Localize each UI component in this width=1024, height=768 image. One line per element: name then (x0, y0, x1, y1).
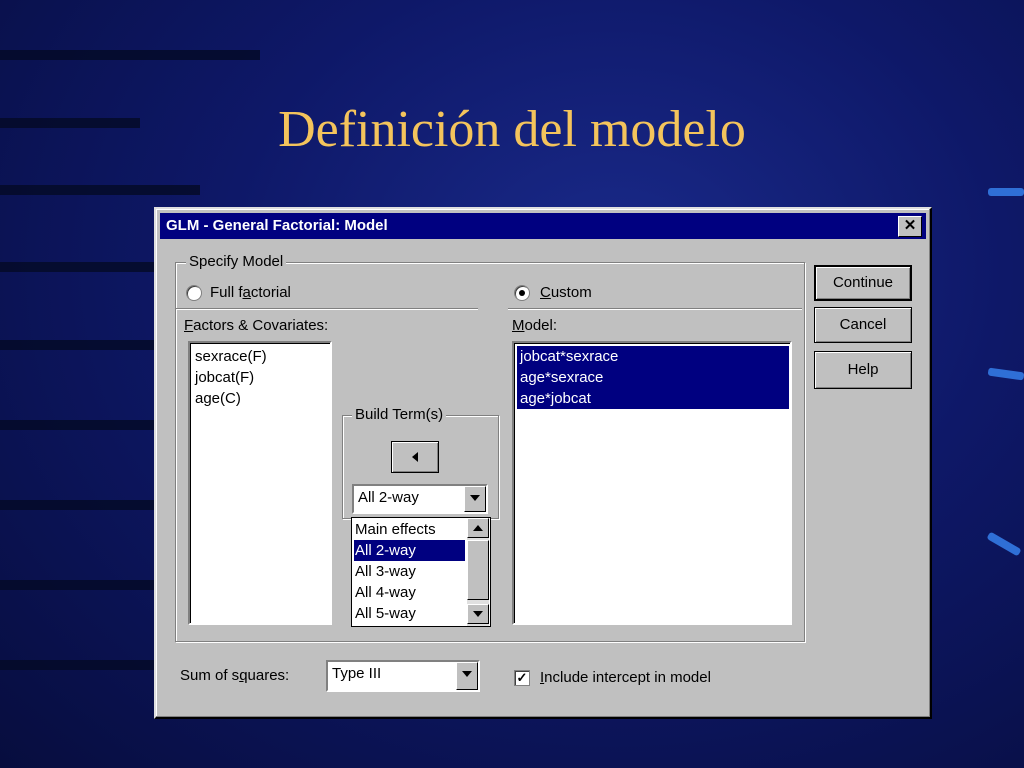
close-icon: ✕ (903, 217, 917, 234)
include-intercept-label[interactable]: Include intercept in model (540, 669, 711, 686)
background-stripe (0, 500, 160, 510)
cancel-button[interactable]: Cancel (814, 307, 912, 343)
background-stripe (0, 262, 160, 272)
build-term-options-list[interactable]: Main effects All 2-way All 3-way All 4-w… (351, 517, 491, 627)
build-term-dropdown-button[interactable] (464, 486, 486, 512)
background-stripe (0, 340, 160, 350)
option-item[interactable]: All 5-way (355, 603, 416, 624)
scroll-up-button[interactable] (467, 518, 489, 538)
sum-of-squares-dropdown-button[interactable] (456, 662, 478, 690)
option-item-selected[interactable]: All 2-way (354, 540, 465, 561)
scroll-down-button[interactable] (467, 604, 489, 624)
option-item[interactable]: Main effects (355, 519, 436, 540)
background-stripe (0, 420, 160, 430)
options-scrollbar[interactable] (467, 518, 489, 626)
full-factorial-label[interactable]: Full factorial (210, 284, 291, 301)
add-term-button[interactable] (391, 441, 439, 473)
sum-of-squares-label: Sum of squares: (180, 667, 290, 684)
background-stripe (0, 50, 260, 60)
full-factorial-radio[interactable] (186, 285, 202, 301)
sum-of-squares-select[interactable]: Type III (326, 660, 480, 692)
arrow-down-icon (473, 611, 483, 617)
glm-model-dialog: GLM - General Factorial: Model ✕ Specify… (154, 207, 932, 719)
model-terms-list[interactable]: jobcat*sexrace age*sexrace age*jobcat (512, 341, 792, 625)
help-button[interactable]: Help (814, 351, 912, 389)
background-stripe (0, 580, 160, 590)
chevron-down-icon (462, 671, 472, 677)
slide-title: Definición del modelo (278, 101, 746, 158)
background-stripe (0, 185, 200, 195)
background-stripe (0, 660, 160, 670)
factors-covariates-list[interactable]: sexrace(F) jobcat(F) age(C) (188, 341, 332, 625)
specify-model-label: Specify Model (186, 253, 287, 270)
list-item-selected[interactable]: age*jobcat (517, 388, 789, 409)
build-term-value: All 2-way (358, 489, 419, 506)
close-button[interactable]: ✕ (898, 216, 922, 237)
dialog-titlebar[interactable]: GLM - General Factorial: Model ✕ (160, 213, 926, 239)
model-label: Model: (512, 317, 558, 334)
list-item-selected[interactable]: jobcat*sexrace (517, 346, 789, 367)
arrow-up-icon (473, 525, 483, 531)
option-item[interactable]: All 3-way (355, 561, 416, 582)
background-accent (988, 188, 1024, 196)
list-item[interactable]: sexrace(F) (195, 346, 267, 367)
build-terms-label: Build Term(s) (352, 406, 447, 423)
dialog-title: GLM - General Factorial: Model (166, 217, 388, 234)
continue-button[interactable]: Continue (814, 265, 912, 301)
scroll-thumb[interactable] (467, 540, 489, 600)
radio-separator (508, 308, 802, 310)
radio-selected-dot (519, 290, 525, 296)
list-item[interactable]: jobcat(F) (195, 367, 254, 388)
build-term-select[interactable]: All 2-way (352, 484, 488, 514)
list-item-selected[interactable]: age*sexrace (517, 367, 789, 388)
arrow-left-icon (412, 452, 418, 462)
include-intercept-checkbox[interactable]: ✓ (514, 670, 530, 686)
list-item[interactable]: age(C) (195, 388, 241, 409)
background-accent (986, 531, 1022, 557)
background-accent (987, 367, 1024, 381)
chevron-down-icon (470, 495, 480, 501)
custom-radio[interactable] (514, 285, 530, 301)
factors-covariates-label: Factors & Covariates: (184, 317, 329, 334)
option-item[interactable]: All 4-way (355, 582, 416, 603)
custom-label[interactable]: Custom (540, 284, 592, 301)
radio-separator (176, 308, 478, 310)
sum-of-squares-value: Type III (332, 665, 382, 682)
